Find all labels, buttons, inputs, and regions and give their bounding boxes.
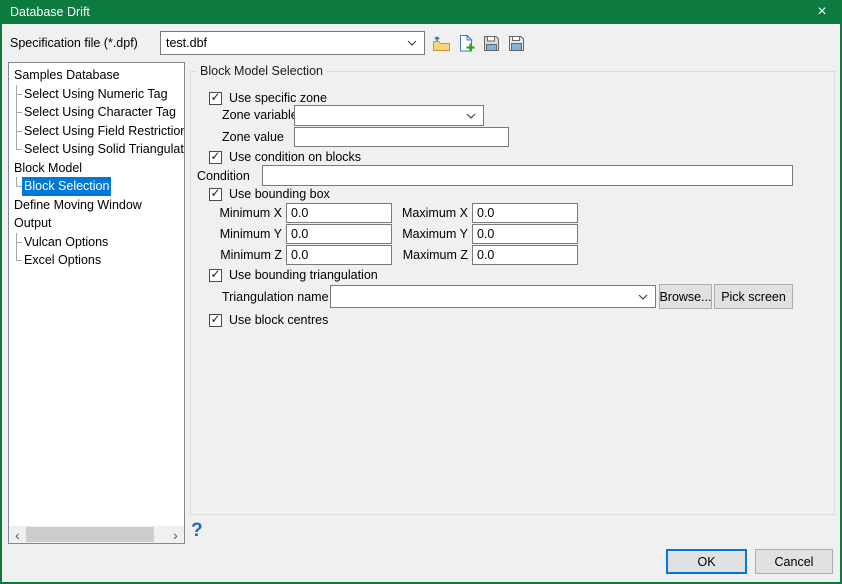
minimum-z-label: Minimum Z — [210, 245, 282, 265]
chevron-down-icon — [466, 113, 476, 119]
ok-button[interactable]: OK — [666, 549, 747, 574]
tree-item-block-selection[interactable]: Block Selection — [9, 177, 184, 196]
tree-item-select-using-field-restriction[interactable]: Select Using Field Restriction — [9, 122, 184, 141]
titlebar[interactable]: Database Drift — [0, 0, 842, 24]
tree-item-samples-database[interactable]: Samples Database — [9, 66, 184, 85]
close-button[interactable]: × — [804, 0, 840, 24]
check-icon: ✓ — [210, 91, 220, 103]
use-block-centres-row: ✓ Use block centres — [209, 312, 328, 328]
pick-screen-button[interactable]: Pick screen — [714, 284, 793, 309]
use-bounding-box-row: ✓ Use bounding box — [209, 186, 330, 202]
help-icon[interactable]: ? — [191, 520, 203, 542]
zone-variable-combobox[interactable] — [294, 105, 484, 126]
check-icon: ✓ — [210, 268, 220, 280]
close-icon: × — [817, 3, 826, 21]
new-specification-icon[interactable] — [456, 33, 476, 53]
use-block-centres-checkbox[interactable]: ✓ — [209, 314, 222, 327]
maximum-y-label: Maximum Y — [398, 224, 468, 244]
maximum-z-label: Maximum Z — [398, 245, 468, 265]
use-condition-label: Use condition on blocks — [229, 150, 361, 164]
use-condition-row: ✓ Use condition on blocks — [209, 149, 361, 165]
chevron-down-icon — [638, 294, 648, 300]
maximum-y-input[interactable] — [472, 224, 578, 244]
tree-item-vulcan-options[interactable]: Vulcan Options — [9, 233, 184, 252]
maximum-x-input[interactable] — [472, 203, 578, 223]
tree-item-select-using-solid-triangulation[interactable]: Select Using Solid Triangulation — [9, 140, 184, 159]
maximum-z-input[interactable] — [472, 245, 578, 265]
use-condition-checkbox[interactable]: ✓ — [209, 151, 222, 164]
tree-item-output[interactable]: Output — [9, 214, 184, 233]
check-icon: ✓ — [210, 187, 220, 199]
use-specific-zone-label: Use specific zone — [229, 91, 327, 105]
navigation-tree-panel: Samples Database Select Using Numeric Ta… — [8, 62, 185, 544]
use-bounding-triangulation-label: Use bounding triangulation — [229, 268, 378, 282]
use-bounding-triangulation-row: ✓ Use bounding triangulation — [209, 267, 378, 283]
scrollbar-thumb[interactable] — [26, 527, 154, 542]
use-specific-zone-row: ✓ Use specific zone — [209, 90, 327, 106]
browse-button[interactable]: Browse... — [659, 284, 712, 309]
use-block-centres-label: Use block centres — [229, 313, 328, 327]
database-drift-dialog: Database Drift × Specification file (*.d… — [0, 0, 842, 584]
condition-label: Condition — [197, 166, 250, 186]
scroll-left-arrow-icon[interactable]: ‹ — [9, 526, 26, 543]
minimum-x-input[interactable] — [286, 203, 392, 223]
tree-item-block-model[interactable]: Block Model — [9, 159, 184, 178]
spec-file-label: Specification file (*.dpf) — [10, 33, 138, 53]
scroll-right-arrow-icon[interactable]: › — [167, 526, 184, 543]
condition-input[interactable] — [262, 165, 793, 186]
save-icon[interactable] — [481, 33, 501, 53]
window-border-left — [0, 24, 2, 584]
triangulation-name-combobox[interactable] — [330, 285, 656, 308]
use-bounding-triangulation-checkbox[interactable]: ✓ — [209, 269, 222, 282]
open-folder-icon[interactable] — [431, 33, 451, 53]
minimum-y-input[interactable] — [286, 224, 392, 244]
spec-file-toolbar — [431, 32, 526, 54]
check-icon: ✓ — [210, 150, 220, 162]
groupbox-title: Block Model Selection — [196, 64, 327, 79]
tree-item-select-using-character-tag[interactable]: Select Using Character Tag — [9, 103, 184, 122]
zone-value-label: Zone value — [222, 127, 284, 147]
save-as-icon[interactable] — [506, 33, 526, 53]
tree-item-select-using-numeric-tag[interactable]: Select Using Numeric Tag — [9, 85, 184, 104]
use-bounding-box-label: Use bounding box — [229, 187, 330, 201]
check-icon: ✓ — [210, 313, 220, 325]
triangulation-name-label: Triangulation name — [222, 286, 329, 309]
use-specific-zone-checkbox[interactable]: ✓ — [209, 92, 222, 105]
tree-item-define-moving-window[interactable]: Define Moving Window — [9, 196, 184, 215]
minimum-y-label: Minimum Y — [210, 224, 282, 244]
tree-items: Samples Database Select Using Numeric Ta… — [9, 63, 184, 270]
maximum-x-label: Maximum X — [398, 203, 468, 223]
minimum-x-label: Minimum X — [210, 203, 282, 223]
spec-file-value: test.dbf — [161, 36, 407, 50]
minimum-z-input[interactable] — [286, 245, 392, 265]
chevron-down-icon — [407, 40, 417, 46]
cancel-button[interactable]: Cancel — [755, 549, 833, 574]
spec-file-combobox[interactable]: test.dbf — [160, 31, 425, 55]
zone-variable-label: Zone variable — [222, 105, 298, 126]
window-title: Database Drift — [10, 5, 90, 19]
zone-value-input[interactable] — [294, 127, 509, 147]
tree-horizontal-scrollbar[interactable]: ‹ › — [9, 526, 184, 543]
use-bounding-box-checkbox[interactable]: ✓ — [209, 188, 222, 201]
tree-item-excel-options[interactable]: Excel Options — [9, 251, 184, 270]
